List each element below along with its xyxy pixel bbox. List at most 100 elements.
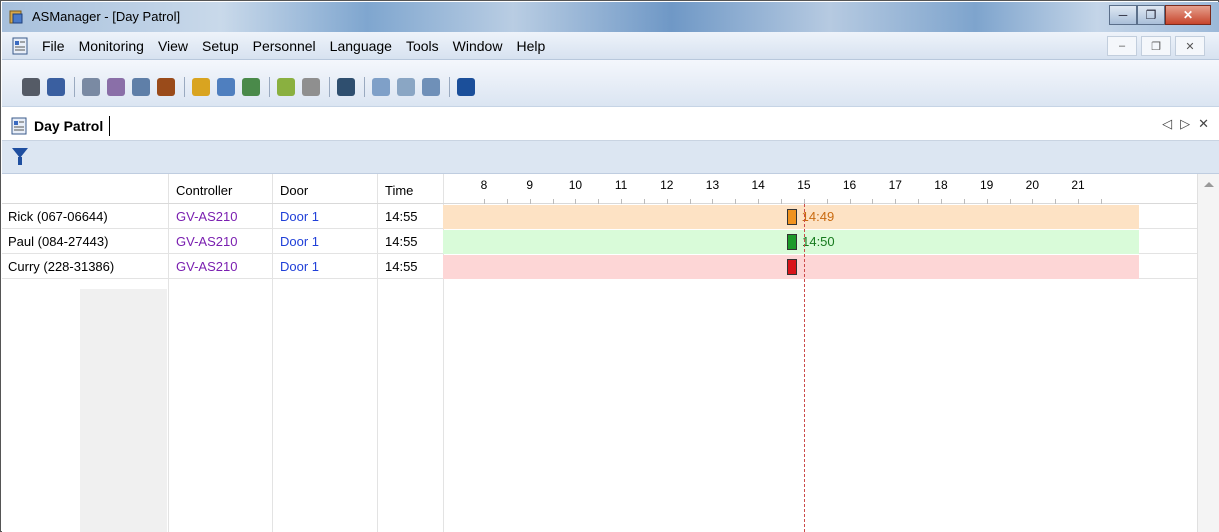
filter-icon-stem bbox=[18, 157, 22, 165]
toolbar-separator bbox=[74, 77, 75, 97]
empty-area bbox=[80, 289, 167, 532]
hour-tick bbox=[918, 199, 920, 204]
document-icon bbox=[11, 117, 27, 135]
document-icon[interactable] bbox=[12, 37, 28, 55]
help-icon[interactable] bbox=[457, 78, 475, 96]
door-name: Door 1 bbox=[280, 259, 320, 274]
hour-label: 18 bbox=[934, 178, 948, 192]
menu-help[interactable]: Help bbox=[516, 38, 545, 54]
hour-tick bbox=[712, 199, 714, 204]
menu-view[interactable]: View bbox=[158, 38, 188, 54]
scroll-left-icon[interactable]: ◁ bbox=[1162, 116, 1172, 132]
hour-tick bbox=[1100, 199, 1102, 204]
device-icon[interactable] bbox=[132, 78, 150, 96]
current-time-line bbox=[803, 204, 805, 532]
header-time[interactable]: Time bbox=[385, 183, 413, 198]
menu-file[interactable]: File bbox=[42, 38, 65, 54]
users-icon[interactable] bbox=[217, 78, 235, 96]
hour-label: 8 bbox=[480, 178, 488, 192]
menu-monitoring[interactable]: Monitoring bbox=[79, 38, 144, 54]
mdi-restore-button[interactable]: ❐ bbox=[1141, 36, 1171, 56]
menu-personnel[interactable]: Personnel bbox=[253, 38, 316, 54]
patrol-event-marker[interactable] bbox=[787, 234, 798, 250]
logout-icon[interactable] bbox=[47, 78, 65, 96]
mdi-close-button[interactable]: ✕ bbox=[1175, 36, 1205, 56]
map-icon[interactable] bbox=[277, 78, 295, 96]
hour-tick bbox=[781, 199, 783, 204]
maximize-button[interactable]: ❐ bbox=[1137, 5, 1165, 25]
controller-name: GV-AS210 bbox=[176, 259, 238, 274]
patrol-grid: Controller Door Time 8 9 10 11 12 13 14 15 16 17 1… bbox=[2, 174, 1219, 532]
hour-tick bbox=[621, 199, 623, 204]
hour-label: 9 bbox=[526, 178, 534, 192]
mdi-minimize-button[interactable]: – bbox=[1107, 36, 1137, 56]
minimize-button[interactable]: ─ bbox=[1109, 5, 1137, 25]
hour-label: 13 bbox=[705, 178, 720, 192]
hour-tick bbox=[484, 199, 485, 204]
controller-icon[interactable] bbox=[107, 78, 125, 96]
zoom-icon[interactable] bbox=[302, 78, 320, 96]
hour-tick bbox=[826, 199, 828, 204]
hour-tick bbox=[895, 199, 897, 204]
person-name: Rick (067-06644) bbox=[8, 209, 108, 224]
menu-setup[interactable]: Setup bbox=[202, 38, 239, 54]
door-name: Door 1 bbox=[280, 209, 320, 224]
grid-header: Controller Door Time 8 9 10 11 12 13 14 15 16 17 1… bbox=[2, 174, 1197, 204]
patrol-time: 14:55 bbox=[385, 209, 418, 224]
hour-tick bbox=[552, 199, 554, 204]
window-title: ASManager - [Day Patrol] bbox=[32, 9, 181, 24]
hour-label: 14 bbox=[751, 178, 765, 192]
hour-tick bbox=[598, 199, 600, 204]
settings-icon[interactable] bbox=[82, 78, 100, 96]
clock-icon[interactable] bbox=[192, 78, 210, 96]
header-door[interactable]: Door bbox=[280, 183, 308, 198]
filter-bar bbox=[2, 141, 1219, 174]
login-icon[interactable] bbox=[22, 78, 40, 96]
hour-tick bbox=[758, 199, 760, 204]
hour-tick bbox=[529, 199, 531, 204]
table-row[interactable]: Paul (084-27443) GV-AS210 Door 1 14:55 14:50 bbox=[2, 230, 1197, 254]
hour-tick bbox=[506, 199, 508, 204]
hour-tick bbox=[666, 199, 668, 204]
title-bar[interactable]: ASManager - [Day Patrol] ─ ❐ ✕ bbox=[2, 2, 1219, 32]
hour-tick bbox=[689, 199, 691, 204]
tab-label: Day Patrol bbox=[34, 118, 104, 134]
scroll-up-icon[interactable] bbox=[1204, 182, 1214, 187]
scroll-right-icon[interactable]: ▷ bbox=[1180, 116, 1190, 132]
door-icon[interactable] bbox=[157, 78, 175, 96]
chat-icon[interactable] bbox=[422, 78, 440, 96]
close-tab-icon[interactable]: ✕ bbox=[1198, 116, 1209, 132]
hour-label: 20 bbox=[1025, 178, 1040, 192]
document-tab-strip: Day Patrol ◁ ▷ ✕ bbox=[2, 107, 1219, 141]
hour-scale: 8 9 10 11 12 13 14 15 16 17 18 19 20 21 bbox=[443, 174, 1197, 204]
patrol-event-marker[interactable] bbox=[786, 209, 797, 225]
app-window: ASManager - [Day Patrol] ─ ❐ ✕ File Monit… bbox=[0, 0, 1219, 532]
tab-day-patrol[interactable]: Day Patrol bbox=[10, 113, 111, 139]
menu-language[interactable]: Language bbox=[330, 38, 392, 54]
menu-tools[interactable]: Tools bbox=[406, 38, 439, 54]
message-icon[interactable] bbox=[372, 78, 390, 96]
close-button[interactable]: ✕ bbox=[1165, 5, 1211, 25]
controller-name: GV-AS210 bbox=[176, 234, 238, 249]
vertical-scrollbar[interactable] bbox=[1197, 174, 1219, 532]
table-row[interactable]: Rick (067-06644) GV-AS210 Door 1 14:55 14:49 bbox=[2, 205, 1197, 229]
hour-label: 16 bbox=[842, 178, 857, 192]
schedule-icon[interactable] bbox=[242, 78, 260, 96]
person-name: Curry (228-31386) bbox=[8, 259, 115, 274]
header-controller[interactable]: Controller bbox=[176, 183, 232, 198]
person-icon[interactable] bbox=[337, 78, 355, 96]
hour-tick bbox=[735, 199, 737, 204]
hour-label: 10 bbox=[568, 178, 583, 192]
app-icon bbox=[9, 10, 23, 24]
controller-name: GV-AS210 bbox=[176, 209, 238, 224]
hour-tick bbox=[940, 199, 942, 204]
toolbar-separator bbox=[329, 77, 330, 97]
menu-window[interactable]: Window bbox=[453, 38, 503, 54]
patrol-time: 14:55 bbox=[385, 234, 418, 249]
vehicle-icon[interactable] bbox=[397, 78, 415, 96]
patrol-time: 14:55 bbox=[385, 259, 418, 274]
table-row[interactable]: Curry (228-31386) GV-AS210 Door 1 14:55 bbox=[2, 255, 1197, 279]
hour-tick bbox=[1078, 199, 1080, 204]
patrol-event-marker[interactable] bbox=[787, 259, 798, 275]
hour-tick bbox=[986, 199, 988, 204]
